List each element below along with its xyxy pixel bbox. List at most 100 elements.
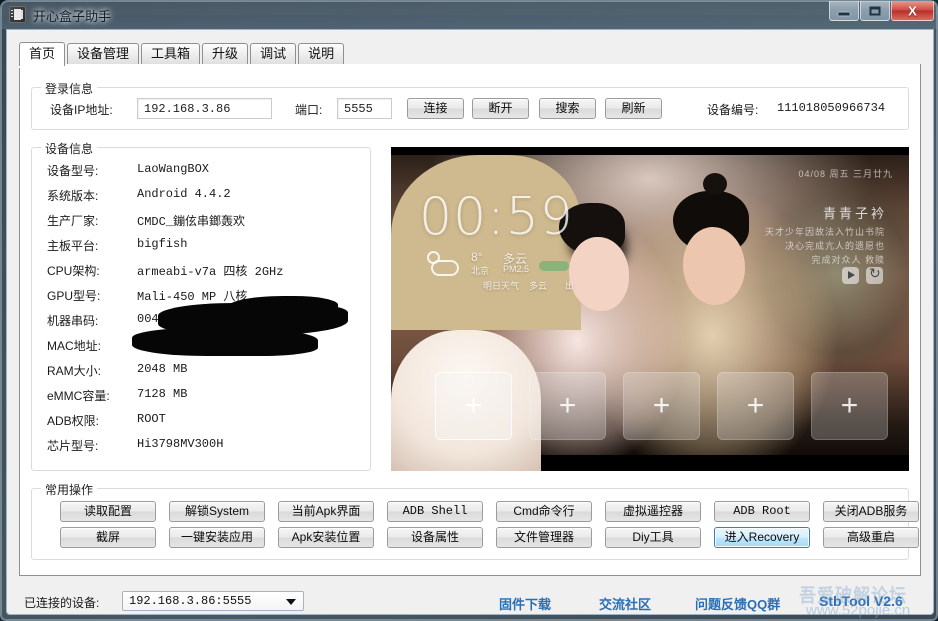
file-manager-button[interactable]: 文件管理器	[496, 527, 592, 548]
media-title: 青青子衿	[823, 203, 887, 222]
device-info-value: bigfish	[137, 237, 187, 251]
ip-address-input[interactable]: 192.168.3.86	[137, 98, 272, 119]
enter-recovery-button[interactable]: 进入Recovery	[714, 527, 810, 548]
device-serial-label: 设备编号:	[707, 101, 758, 118]
app-placeholder-tile[interactable]	[717, 372, 794, 440]
read-config-button[interactable]: 读取配置	[60, 501, 156, 522]
weather-temperature: 8°	[471, 250, 482, 264]
device-info-label: RAM大小:	[47, 362, 101, 379]
common-operations-group-label: 常用操作	[41, 481, 97, 498]
device-info-value: 2048 MB	[137, 362, 187, 376]
minimize-icon	[839, 12, 850, 15]
device-info-label: 主板平台:	[47, 237, 98, 254]
tab-5[interactable]: 说明	[298, 43, 344, 65]
tab-4[interactable]: 调试	[250, 43, 296, 65]
lockscreen-overlay: 00:59 8° 北京 多云 PM2.5 明日天气 多云 出 04/08 周五 …	[391, 155, 909, 455]
community-link[interactable]: 交流社区	[599, 594, 651, 613]
tab-0[interactable]: 首页	[19, 42, 65, 66]
disconnect-button[interactable]: 断开	[472, 98, 529, 119]
weather-pm-label: PM2.5	[503, 264, 529, 274]
device-screen-preview[interactable]: 00:59 8° 北京 多云 PM2.5 明日天气 多云 出 04/08 周五 …	[391, 147, 909, 471]
tab-page-home: 登录信息 设备IP地址: 192.168.3.86 端口: 5555 连接 断开…	[19, 64, 921, 576]
client-area: 首页设备管理工具箱升级调试说明 登录信息 设备IP地址: 192.168.3.8…	[6, 29, 934, 615]
adb-shell-button[interactable]: ADB Shell	[387, 501, 483, 522]
current-apk-ui-button[interactable]: 当前Apk界面	[278, 501, 374, 522]
device-properties-button[interactable]: 设备属性	[387, 527, 483, 548]
device-info-value: CMDC_鏰伭串鎯轰欢	[137, 212, 245, 229]
app-placeholder-tile[interactable]	[623, 372, 700, 440]
device-serial-value: 111018050966734	[777, 101, 885, 115]
tab-2[interactable]: 工具箱	[141, 43, 200, 65]
ip-address-label: 设备IP地址:	[50, 101, 113, 118]
app-placeholder-tile[interactable]	[435, 372, 512, 440]
device-info-value: Android 4.4.2	[137, 187, 231, 201]
adb-root-button[interactable]: ADB Root	[714, 501, 810, 522]
device-info-group: 设备信息 设备型号: LaoWangBOX 系统版本: Android 4.4.…	[31, 147, 371, 471]
app-icon	[9, 6, 26, 23]
weather-tomorrow-label: 明日天气	[483, 279, 519, 292]
feedback-qq-group-link[interactable]: 问题反馈QQ群	[695, 594, 780, 613]
screenshot-button[interactable]: 截屏	[60, 527, 156, 548]
login-info-group: 登录信息 设备IP地址: 192.168.3.86 端口: 5555 连接 断开…	[31, 87, 909, 130]
login-info-group-label: 登录信息	[41, 80, 97, 97]
device-info-value: armeabi-v7a 四核 2GHz	[137, 262, 283, 279]
connected-device-value: 192.168.3.86:5555	[129, 594, 251, 608]
port-label: 端口:	[295, 101, 322, 118]
close-button[interactable]: X	[891, 1, 934, 21]
tab-3[interactable]: 升级	[202, 43, 248, 65]
device-info-value: Mali-450 MP 八核	[137, 287, 247, 304]
device-info-label: 系统版本:	[47, 187, 98, 204]
play-icon[interactable]	[842, 267, 859, 284]
refresh-icon[interactable]	[866, 267, 883, 284]
firmware-download-link[interactable]: 固件下载	[499, 594, 551, 613]
chevron-down-icon	[286, 599, 296, 605]
watermark-forum-url: www.52pojie.cn	[806, 602, 910, 619]
lockscreen-date: 04/08 周五 三月廿九	[798, 167, 893, 180]
close-icon: X	[908, 4, 917, 17]
search-button[interactable]: 搜索	[539, 98, 596, 119]
status-bar: 已连接的设备: 192.168.3.86:5555 固件下载 交流社区 问题反馈…	[6, 586, 934, 615]
lockscreen-clock: 00:59	[419, 191, 574, 243]
refresh-button[interactable]: 刷新	[605, 98, 662, 119]
redaction-mark	[228, 296, 338, 318]
virtual-remote-button[interactable]: 虚拟遥控器	[605, 501, 701, 522]
weather-tomorrow-extra: 出	[565, 279, 574, 292]
connected-device-label: 已连接的设备:	[24, 594, 99, 611]
device-info-label: 生产厂家:	[47, 212, 98, 229]
media-description-line: 决心完成亢人的遗愿也	[785, 239, 885, 252]
one-key-install-button[interactable]: 一键安装应用	[169, 527, 265, 548]
application-window: 开心盒子助手 X 首页设备管理工具箱升级调试说明 登录信息 设备IP地址: 19…	[0, 0, 938, 621]
device-info-label: 设备型号:	[47, 162, 98, 179]
window-title: 开心盒子助手	[33, 6, 111, 25]
minimize-button[interactable]	[829, 1, 859, 21]
device-info-value: ROOT	[137, 412, 166, 426]
media-description-line: 天才少年因故法入竹山书院	[765, 225, 885, 238]
device-info-label: eMMC容量:	[47, 387, 110, 404]
app-placeholder-tile[interactable]	[529, 372, 606, 440]
connected-device-select[interactable]: 192.168.3.86:5555	[122, 591, 304, 611]
app-placeholder-tile[interactable]	[811, 372, 888, 440]
title-bar[interactable]: 开心盒子助手 X	[1, 1, 938, 29]
device-info-label: 机器串码:	[47, 312, 98, 329]
device-info-value: 7128 MB	[137, 387, 187, 401]
maximize-button[interactable]	[860, 1, 890, 21]
weather-icon	[427, 251, 461, 279]
tab-1[interactable]: 设备管理	[67, 43, 139, 65]
cmd-line-button[interactable]: Cmd命令行	[496, 501, 592, 522]
weather-tomorrow-condition: 多云	[529, 279, 547, 292]
redaction-mark	[132, 328, 318, 356]
close-adb-service-button[interactable]: 关闭ADB服务	[823, 501, 919, 522]
tab-strip: 首页设备管理工具箱升级调试说明	[19, 42, 921, 65]
connect-button[interactable]: 连接	[407, 98, 464, 119]
device-info-label: GPU型号:	[47, 287, 100, 304]
device-info-label: ADB权限:	[47, 412, 99, 429]
device-info-value: Hi3798MV300H	[137, 437, 223, 451]
port-input[interactable]: 5555	[337, 98, 392, 119]
apk-install-path-button[interactable]: Apk安装位置	[278, 527, 374, 548]
device-info-label: MAC地址:	[47, 337, 101, 354]
maximize-icon	[870, 6, 881, 15]
weather-city: 北京	[471, 264, 489, 277]
diy-tools-button[interactable]: Diy工具	[605, 527, 701, 548]
advanced-reboot-button[interactable]: 高级重启	[823, 527, 919, 548]
unlock-system-button[interactable]: 解锁System	[169, 501, 265, 522]
